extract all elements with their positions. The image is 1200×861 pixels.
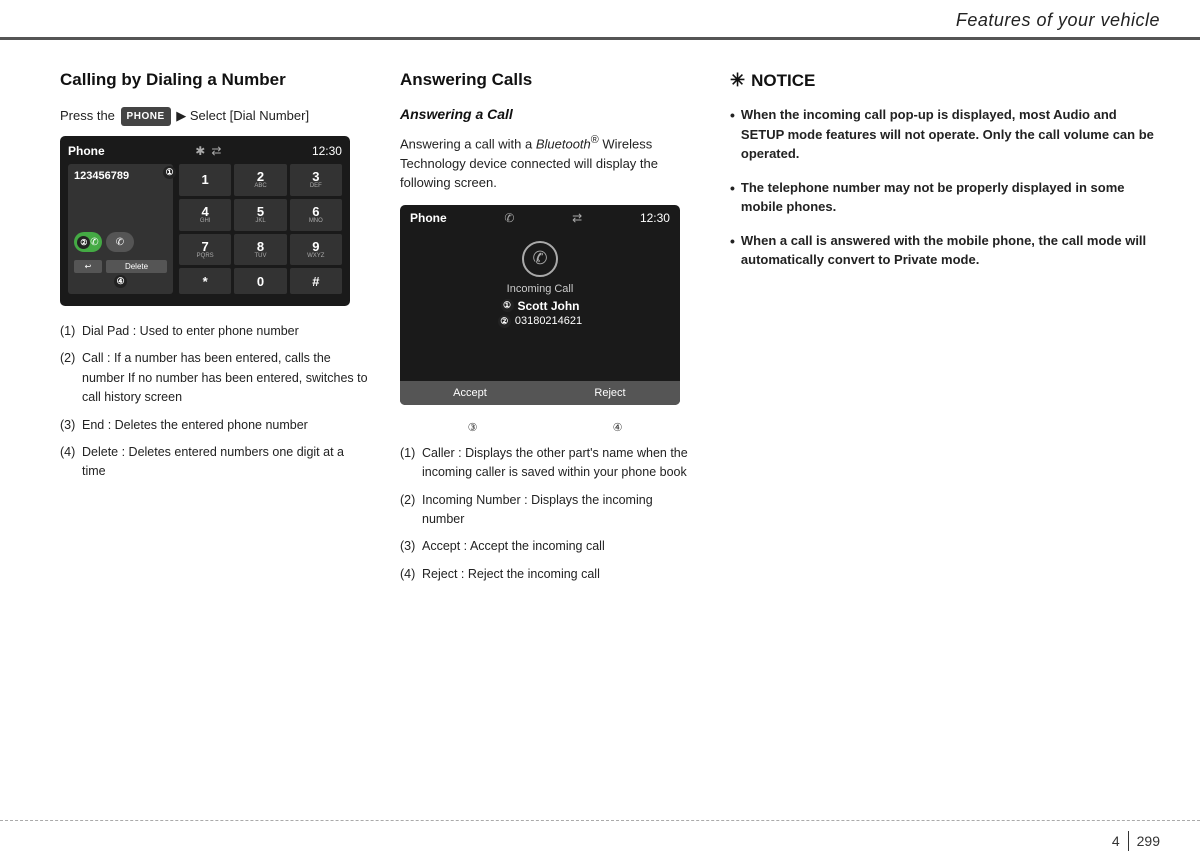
accept-btn: Accept xyxy=(400,381,540,405)
caller-name: Scott John xyxy=(518,299,580,313)
dial-key-hash: # xyxy=(290,268,342,294)
ann-caller-1: ① xyxy=(501,299,514,312)
main-content: Calling by Dialing a Number Press the PH… xyxy=(0,40,1200,612)
dial-key-8: 8TUV xyxy=(234,234,286,266)
middle-list: (1) Caller : Displays the other part's n… xyxy=(400,444,690,584)
incoming-buttons: Accept Reject xyxy=(400,381,680,405)
call-btn-2: ② ✆ xyxy=(74,232,102,252)
delete-btn: Delete xyxy=(106,260,167,273)
list-item-3: (3) End : Deletes the entered phone numb… xyxy=(60,416,370,435)
reject-btn: Reject xyxy=(540,381,680,405)
arrow-symbol: ▶ xyxy=(176,108,186,123)
incoming-body: ✆ Incoming Call ① Scott John ② 031802146… xyxy=(400,231,680,338)
dial-key-star: * xyxy=(179,268,231,294)
inc-time: 12:30 xyxy=(640,211,670,225)
signal-icon: ⇄ xyxy=(211,144,221,158)
dial-number-display: 123456789 xyxy=(74,170,167,182)
dial-left-panel: 123456789 ② ✆ ✆ ① xyxy=(68,164,173,294)
ann-1: ① xyxy=(163,166,176,179)
screen-icons: ✱ ⇄ xyxy=(195,144,221,158)
left-list: (1) Dial Pad : Used to enter phone numbe… xyxy=(60,322,370,482)
notice-bullet-2: The telephone number may not be properly… xyxy=(730,178,1160,217)
notice-section: ✳ NOTICE When the incoming call pop-up i… xyxy=(730,70,1160,270)
left-section-title: Calling by Dialing a Number xyxy=(60,70,370,90)
page-header: Features of your vehicle xyxy=(0,0,1200,40)
answering-desc: Answering a call with a Bluetooth® Wirel… xyxy=(400,132,690,193)
back-delete-row: ↩ Delete xyxy=(74,260,167,273)
list-item-1: (1) Dial Pad : Used to enter phone numbe… xyxy=(60,322,370,341)
col-middle: Answering Calls Answering a Call Answeri… xyxy=(400,70,720,592)
list-item-2: (2) Call : If a number has been entered,… xyxy=(60,349,370,407)
dial-key-3: 3DEF xyxy=(290,164,342,196)
caller-number-row: ② 03180214621 xyxy=(498,315,582,328)
press-text-3: Select [Dial Number] xyxy=(190,108,309,123)
screen-time: 12:30 xyxy=(312,144,342,158)
answering-subtitle: Answering a Call xyxy=(400,106,690,122)
incoming-header: Phone ✆ ⇄ 12:30 xyxy=(400,205,680,231)
notice-bullet-1: When the incoming call pop-up is display… xyxy=(730,105,1160,164)
screen-annotation-labels: ③ ④ xyxy=(400,421,690,434)
call-btn-3: ✆ xyxy=(106,232,134,252)
dial-pad: 1 2ABC 3DEF 4GHI 5JKL 6MNO 7PQRS 8TUV 9W… xyxy=(179,164,342,294)
notice-title: ✳ NOTICE xyxy=(730,70,1160,91)
dial-call-buttons: ② ✆ ✆ xyxy=(74,232,167,252)
dial-key-5: 5JKL xyxy=(234,199,286,231)
ann-caller-2: ② xyxy=(498,315,511,328)
ann-2: ② xyxy=(77,236,90,249)
notice-star-icon: ✳ xyxy=(730,70,745,91)
incoming-call-text: Incoming Call xyxy=(507,283,574,295)
ann-4: ④ xyxy=(114,275,127,288)
page-divider xyxy=(1128,831,1129,851)
caller-name-row: ① Scott John xyxy=(501,299,580,313)
notice-bullet-3: When a call is answered with the mobile … xyxy=(730,231,1160,270)
dial-key-9: 9WXYZ xyxy=(290,234,342,266)
middle-list-item-3: (3) Accept : Accept the incoming call xyxy=(400,537,690,556)
inc-phone-label: Phone xyxy=(410,211,447,225)
list-item-4: (4) Delete : Deletes entered numbers one… xyxy=(60,443,370,482)
dial-key-4: 4GHI xyxy=(179,199,231,231)
phone-key-button: PHONE xyxy=(121,107,171,126)
notice-bullets: When the incoming call pop-up is display… xyxy=(730,105,1160,270)
bt-icon-inc: ⇄ xyxy=(572,211,582,225)
bluetooth-icon: ✱ xyxy=(195,144,205,158)
page-right: 299 xyxy=(1137,833,1160,849)
middle-list-item-4: (4) Reject : Reject the incoming call xyxy=(400,565,690,584)
screen-phone-label: Phone xyxy=(68,144,105,158)
dial-key-1: 1 xyxy=(179,164,231,196)
incoming-call-screen: Phone ✆ ⇄ 12:30 ✆ Incoming Call ① Scott … xyxy=(400,205,680,405)
press-text-1: Press the xyxy=(60,108,115,123)
page-number: 4 299 xyxy=(1112,831,1160,851)
page-left: 4 xyxy=(1112,833,1120,849)
col-left: Calling by Dialing a Number Press the PH… xyxy=(60,70,400,592)
dial-key-2: 2ABC xyxy=(234,164,286,196)
phone-icon-circle: ✆ xyxy=(522,241,558,277)
notice-label: NOTICE xyxy=(751,71,815,91)
middle-list-item-1: (1) Caller : Displays the other part's n… xyxy=(400,444,690,483)
dial-key-6: 6MNO xyxy=(290,199,342,231)
screen-body-left: 123456789 ② ✆ ✆ ① xyxy=(68,164,342,294)
page-footer: 4 299 xyxy=(0,820,1200,861)
press-instruction: Press the PHONE ▶ Select [Dial Number] xyxy=(60,106,370,126)
call-icon: ✆ xyxy=(504,211,514,225)
middle-section-title: Answering Calls xyxy=(400,70,690,90)
caller-number: 03180214621 xyxy=(515,315,582,327)
delete-label: Delete xyxy=(125,262,148,271)
dial-key-0: 0 xyxy=(234,268,286,294)
header-title: Features of your vehicle xyxy=(956,10,1160,31)
col-right: ✳ NOTICE When the incoming call pop-up i… xyxy=(720,70,1160,592)
dial-screen: Phone ✱ ⇄ 12:30 123456789 ② ✆ xyxy=(60,136,350,306)
dial-key-7: 7PQRS xyxy=(179,234,231,266)
middle-list-item-2: (2) Incoming Number : Displays the incom… xyxy=(400,491,690,530)
screen-header-left: Phone ✱ ⇄ 12:30 xyxy=(68,144,342,158)
back-btn: ↩ xyxy=(74,260,102,273)
